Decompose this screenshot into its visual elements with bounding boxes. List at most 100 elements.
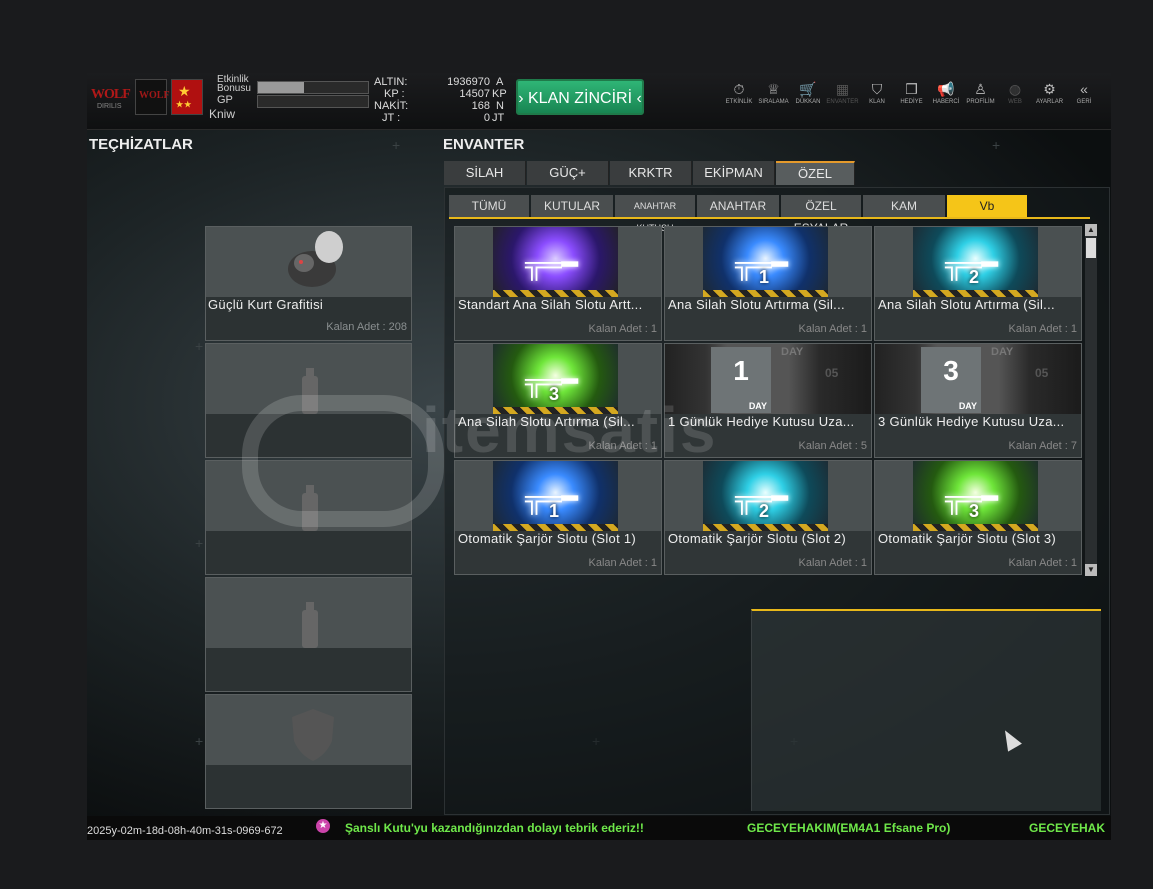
item-name: Otomatik Şarjör Slotu (Slot 1) [458,531,637,546]
scroll-down-arrow-icon[interactable]: ▼ [1085,564,1097,576]
currency-row-jt: JT : 0 JT [372,112,510,124]
logo-subtext: DIRILIS [97,103,122,110]
slot-number-badge: 3 [969,501,980,521]
item-image: DAY 05 3 DAY [875,344,1081,414]
nav-medal[interactable]: ♕ SIRALAMA [758,79,788,119]
gp-progress-bar [257,95,369,108]
inventory-item[interactable]: ╦═━ 3 Otomatik Şarjör Slotu (Slot 3) Kalan … [874,460,1082,575]
inventory-item[interactable]: ╦═━ 2 Ana Silah Slotu Artırma (Sil... Kalan… [874,226,1082,341]
slot-number-badge: 1 [549,501,560,521]
notification-ticker: 2025y-02m-18d-08h-40m-31s-0969-672 ★ Şan… [87,816,1111,840]
nav-cart[interactable]: 🛒 DÜKKAN [793,79,823,119]
slot-number-badge: 1 [759,267,770,287]
ticker-message: Şanslı Kutu'yu kazandığınızdan dolayı te… [345,821,644,835]
top-bar: WOLF DIRILIS WOLF ★ ★★ Etkinlik Bonusu GP… [87,73,1111,130]
subtab-3[interactable]: ANAHTAR [697,195,779,217]
bonus-progress-fill [258,82,305,93]
day-box-icon: 1 DAY [711,347,771,413]
watermark-text: itemsatis [422,394,718,466]
nav-gift[interactable]: ❒ HEDİYE [897,79,927,119]
item-name: 3 Günlük Hediye Kutusu Uza... [878,414,1065,429]
subtab-5[interactable]: KAM [863,195,945,217]
equipment-slot-spray-3[interactable] [205,577,412,692]
currency-label: ALTIN: [374,76,408,88]
nav-profile[interactable]: ♙ PROFİLİM [966,79,996,119]
item-image: ╦═━ 2 [703,461,828,531]
tab-4[interactable]: ÖZEL [776,161,855,185]
logo-text: WOLF [91,87,131,102]
item-image: ╦═━ 3 [913,461,1038,531]
currency-unit: JT [492,112,505,124]
shield-icon [292,709,334,761]
subtab-1[interactable]: KUTULAR [531,195,613,217]
equipment-slot-name: Güçlü Kurt Grafitisi [208,297,324,312]
equipment-slot-shield[interactable] [205,694,412,809]
subtab-6[interactable]: Vb [947,195,1027,217]
item-count: Kalan Adet : 1 [1008,323,1078,335]
nav-globe[interactable]: ◍ WEB [1000,79,1030,119]
watermark-logo [242,395,444,527]
day-side-label: 05 [1035,366,1049,380]
tab-1[interactable]: GÜÇ+ [527,161,609,185]
gift-icon: ❒ [905,81,918,97]
currency-value: 168 [471,100,490,112]
ticker-message: GECEYEHAK [1029,821,1106,835]
rank-badge-icon: ★ ★★ [171,79,203,115]
currency-panel: ALTIN: 1936970 A KP : 14507 KP NAKİT: 168 N JT… [372,76,510,128]
nav-inventory[interactable]: ▦ ENVANTER [826,79,858,119]
game-window: WOLF DIRILIS WOLF ★ ★★ Etkinlik Bonusu GP… [87,73,1111,840]
tab-0[interactable]: SİLAH [444,161,526,185]
item-name: Standart Ana Silah Slotu Artt... [458,297,643,312]
item-image: ╦═━ 1 [493,461,618,531]
clan-emblem-text: WOLF [139,90,170,101]
item-count: Kalan Adet : 7 [1008,440,1078,452]
equipment-slot-count: Kalan Adet : 208 [326,321,407,333]
nav-stopwatch[interactable]: ⏱ ETKİNLİK [724,79,754,119]
nav-shield[interactable]: ⛉ KLAN [862,79,892,119]
item-image: ╦═━ [493,227,618,297]
currency-row-gold: ALTIN: 1936970 A [372,76,510,88]
medal-icon: ♕ [767,81,780,97]
wolf-logo: WOLF DIRILIS [89,79,133,113]
currency-unit: KP [492,88,507,100]
inventory-scrollbar[interactable]: ▲ ▼ [1085,224,1097,576]
currency-label: JT : [382,112,401,124]
inventory-item[interactable]: DAY 05 3 DAY 3 Günlük Hediye Kutusu Uza... Ka… [874,343,1082,458]
back-chevrons-icon: « [1080,81,1088,97]
grid-cross: + [195,535,204,551]
day-count: 3 [943,355,959,386]
inventory-item[interactable]: ╦═━ 2 Otomatik Şarjör Slotu (Slot 2) Kalan … [664,460,872,575]
currency-row-kp: KP : 14507 KP [372,88,510,100]
nav-back-chevrons[interactable]: « GERİ [1069,79,1099,119]
hazard-stripe [703,290,828,297]
currency-row-cash: NAKİT: 168 N [372,100,510,112]
klan-zinciri-button[interactable]: › KLAN ZİNCİRİ ‹ [516,79,644,115]
currency-label: NAKİT: [374,100,409,112]
slot-number-badge: 2 [969,267,980,287]
ticker-message: GECEYEHAKIM(EM4A1 Efsane Pro) [747,821,951,835]
item-count: Kalan Adet : 5 [798,440,868,452]
inventory-item[interactable]: ╦═━ Standart Ana Silah Slotu Artt... Kalan… [454,226,662,341]
subtab-4[interactable]: ÖZEL EŞYALAR [781,195,861,235]
stopwatch-icon: ⏱ [733,81,745,97]
tab-3[interactable]: EKİPMAN [693,161,775,185]
scroll-up-arrow-icon[interactable]: ▲ [1085,224,1097,236]
profile-icon: ♙ [974,81,987,97]
nav-megaphone[interactable]: 📢 HABERCİ [931,79,961,119]
equipment-slot-graffiti[interactable]: Güçlü Kurt Grafitisi Kalan Adet : 208 [205,226,412,341]
clan-emblem[interactable]: WOLF [135,79,170,115]
tab-2[interactable]: KRKTR [610,161,692,185]
day-count: 1 [733,355,749,386]
rifle-icon: ╦═━ [525,249,578,279]
gp-label: GP [217,94,233,106]
subtab-0[interactable]: TÜMÜ [449,195,529,217]
inventory-item[interactable]: ╦═━ 1 Otomatik Şarjör Slotu (Slot 1) Kalan … [454,460,662,575]
day-label: DAY [781,346,804,358]
day-side-label: 05 [825,366,839,380]
bonus-progress-bar [257,81,369,94]
subtab-2[interactable]: ANAHTAR KUTUSU [615,195,695,233]
currency-unit: N [496,100,504,112]
inventory-item[interactable]: ╦═━ 1 Ana Silah Slotu Artırma (Sil... Kalan… [664,226,872,341]
scroll-thumb[interactable] [1086,238,1096,258]
nav-gear[interactable]: ⚙ AYARLAR [1035,79,1065,119]
